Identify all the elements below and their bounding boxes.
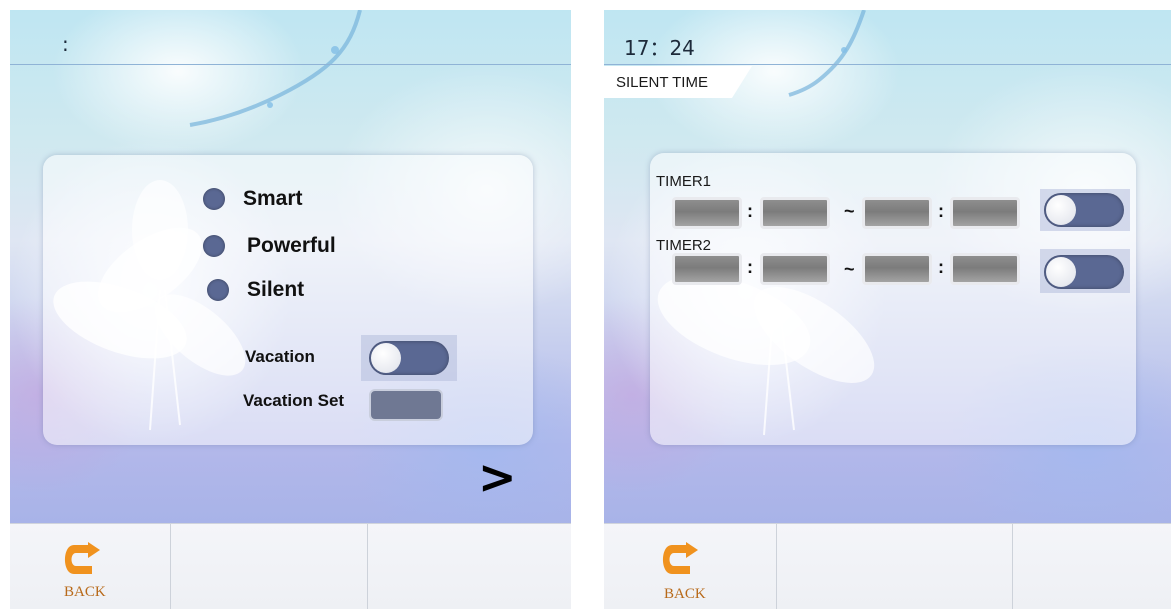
header-divider bbox=[10, 64, 571, 65]
timer2-toggle-frame bbox=[1040, 249, 1130, 293]
timer2-label: TIMER2 bbox=[656, 237, 712, 254]
page-title-tag: SILENT TIME bbox=[604, 66, 752, 98]
silent-time-screen: 17：24 SILENT TIME TIMER1 : ~ : TIMER2 : … bbox=[604, 10, 1171, 609]
back-button[interactable]: BACK bbox=[20, 524, 110, 609]
timer1-start-minute[interactable] bbox=[760, 197, 830, 229]
toggle-knob bbox=[1046, 257, 1076, 287]
mode-option-powerful[interactable]: Powerful bbox=[203, 234, 336, 258]
timer2-end-hour[interactable] bbox=[862, 253, 932, 285]
bottom-bar: BACK bbox=[604, 523, 1171, 609]
page-title: SILENT TIME bbox=[616, 74, 708, 91]
timer2-toggle[interactable] bbox=[1044, 255, 1124, 289]
time-separator: : bbox=[938, 257, 944, 277]
timer-panel: TIMER1 : ~ : TIMER2 : ~ : bbox=[650, 153, 1136, 445]
mode-label: Smart bbox=[243, 187, 303, 210]
mode-option-silent[interactable]: Silent bbox=[207, 278, 304, 302]
bar-divider bbox=[367, 524, 368, 609]
toggle-knob bbox=[371, 343, 401, 373]
bar-divider bbox=[1012, 524, 1013, 609]
mode-option-smart[interactable]: Smart bbox=[203, 187, 303, 211]
next-page-button[interactable]: > bbox=[478, 450, 517, 504]
time-separator: : bbox=[747, 257, 753, 277]
radio-dot-icon[interactable] bbox=[203, 188, 225, 210]
water-stem-decoration bbox=[189, 10, 362, 127]
clock: : bbox=[62, 32, 69, 56]
time-separator: : bbox=[938, 201, 944, 221]
mode-panel: Smart Powerful Silent Vacation Vacation … bbox=[43, 155, 533, 445]
timer1-label: TIMER1 bbox=[656, 173, 712, 190]
range-separator: ~ bbox=[844, 201, 855, 221]
toggle-knob bbox=[1046, 195, 1076, 225]
back-arrow-icon bbox=[65, 542, 100, 574]
timer2-start-minute[interactable] bbox=[760, 253, 830, 285]
timer2-end-minute[interactable] bbox=[950, 253, 1020, 285]
vacation-set-label: Vacation Set bbox=[243, 391, 345, 410]
timer1-end-hour[interactable] bbox=[862, 197, 932, 229]
vacation-set-button[interactable] bbox=[369, 389, 443, 421]
back-arrow-icon bbox=[663, 542, 698, 574]
timer1-start-hour[interactable] bbox=[672, 197, 742, 229]
bar-divider bbox=[776, 524, 777, 609]
radio-dot-icon[interactable] bbox=[207, 279, 229, 301]
radio-dot-icon[interactable] bbox=[203, 235, 225, 257]
back-label: BACK bbox=[664, 586, 706, 602]
vacation-toggle[interactable] bbox=[369, 341, 449, 375]
range-separator: ~ bbox=[844, 259, 855, 279]
vacation-label: Vacation bbox=[245, 347, 315, 366]
mode-label: Silent bbox=[247, 278, 305, 301]
vacation-toggle-frame bbox=[361, 335, 457, 381]
bottom-bar: BACK bbox=[10, 523, 571, 609]
time-separator: : bbox=[747, 201, 753, 221]
water-stem-decoration bbox=[788, 10, 866, 97]
header-divider bbox=[604, 64, 1171, 65]
mode-screen: : Smart Powerful Silent Vacation Vacatio… bbox=[10, 10, 571, 609]
timer1-toggle[interactable] bbox=[1044, 193, 1124, 227]
mode-label: Powerful bbox=[247, 234, 336, 257]
timer1-toggle-frame bbox=[1040, 189, 1130, 231]
back-button[interactable]: BACK bbox=[618, 524, 708, 609]
bar-divider bbox=[170, 524, 171, 609]
timer2-start-hour[interactable] bbox=[672, 253, 742, 285]
timer1-end-minute[interactable] bbox=[950, 197, 1020, 229]
clock: 17：24 bbox=[624, 36, 695, 60]
back-label: BACK bbox=[64, 584, 106, 600]
